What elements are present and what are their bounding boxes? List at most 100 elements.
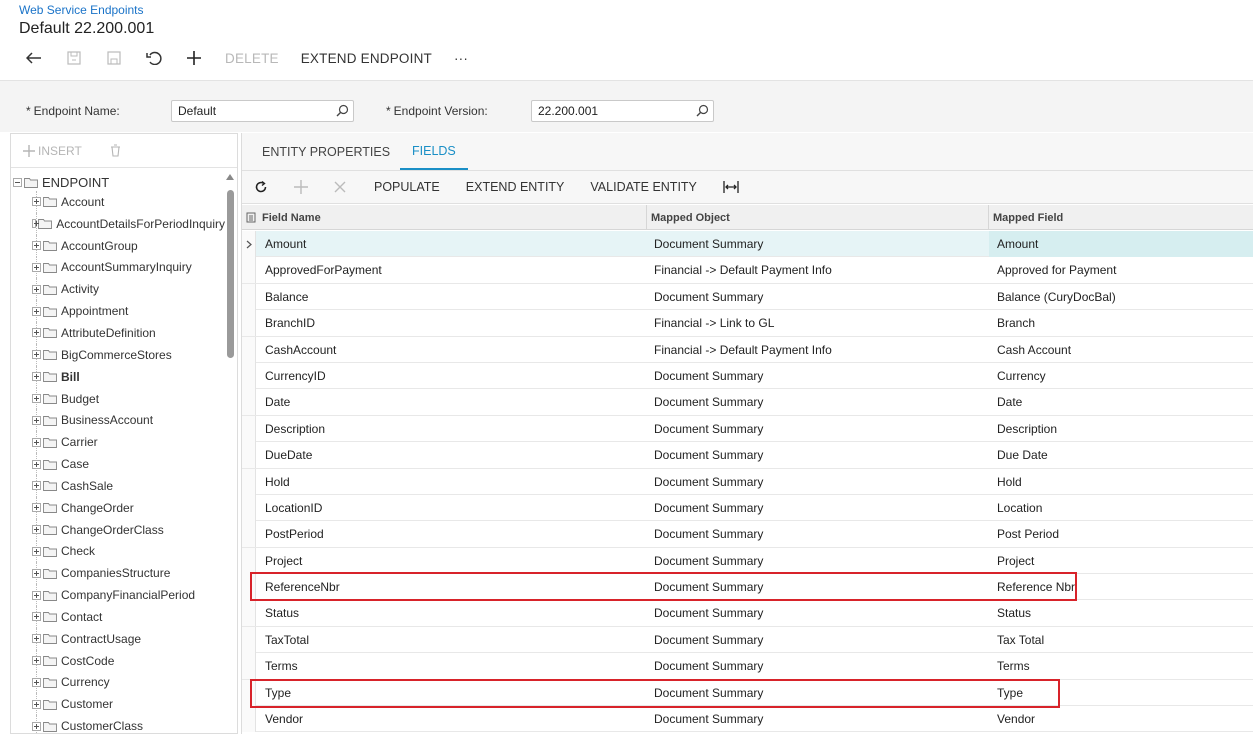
tree-item[interactable]: Currency — [11, 671, 225, 694]
row-indicator[interactable] — [242, 653, 256, 680]
expand-icon[interactable] — [32, 262, 41, 272]
cell-field-name[interactable]: LocationID — [265, 495, 322, 521]
row-indicator[interactable] — [242, 310, 256, 337]
tab-entity-properties[interactable]: ENTITY PROPERTIES — [262, 133, 390, 170]
table-row[interactable]: Amount Document Summary Amount — [242, 231, 1253, 258]
tree-item[interactable]: AccountSummaryInquiry — [11, 256, 225, 279]
save-close-icon[interactable] — [54, 46, 94, 70]
cell-mapped-object[interactable]: Document Summary — [654, 469, 763, 495]
tree-item[interactable]: CustomerClass — [11, 715, 225, 733]
expand-icon[interactable] — [32, 677, 41, 687]
table-row[interactable]: Status Document Summary Status — [242, 600, 1253, 627]
cell-mapped-field[interactable]: Balance (CuryDocBal) — [997, 284, 1116, 310]
cell-mapped-object[interactable]: Document Summary — [654, 653, 763, 679]
cell-field-name[interactable]: TaxTotal — [265, 627, 309, 653]
cell-field-name[interactable]: Status — [265, 600, 299, 626]
cell-mapped-object[interactable]: Financial -> Default Payment Info — [654, 337, 832, 363]
tree-item[interactable]: CostCode — [11, 649, 225, 672]
expand-icon[interactable] — [32, 437, 41, 447]
add-icon[interactable] — [174, 46, 214, 70]
expand-icon[interactable] — [32, 328, 41, 338]
cell-mapped-object[interactable]: Financial -> Default Payment Info — [654, 257, 832, 283]
expand-icon[interactable] — [32, 219, 40, 229]
tree-item[interactable]: Carrier — [11, 431, 225, 454]
cell-mapped-field[interactable]: Cash Account — [997, 337, 1071, 363]
expand-icon[interactable] — [32, 503, 41, 513]
cell-mapped-field[interactable]: Project — [997, 548, 1034, 574]
expand-icon[interactable] — [32, 590, 41, 600]
table-row[interactable]: Hold Document Summary Hold — [242, 468, 1253, 495]
more-menu-button[interactable]: ··· — [443, 46, 479, 70]
tree-item[interactable]: ContractUsage — [11, 627, 225, 650]
cell-mapped-object[interactable]: Document Summary — [654, 231, 763, 257]
cell-mapped-object[interactable]: Document Summary — [654, 416, 763, 442]
refresh-icon[interactable] — [254, 171, 294, 204]
tree-item[interactable]: Budget — [11, 387, 225, 410]
cell-field-name[interactable]: Project — [265, 548, 302, 574]
cell-mapped-field[interactable]: Terms — [997, 653, 1030, 679]
tree-item[interactable]: CompaniesStructure — [11, 562, 225, 585]
row-indicator[interactable] — [242, 468, 256, 495]
fit-columns-icon[interactable] — [723, 171, 739, 204]
table-row[interactable]: BranchID Financial -> Link to GL Branch — [242, 310, 1253, 337]
row-indicator[interactable] — [242, 415, 256, 442]
cell-field-name[interactable]: CurrencyID — [265, 363, 326, 389]
cell-field-name[interactable]: DueDate — [265, 442, 312, 468]
tree-item[interactable]: Activity — [11, 278, 225, 301]
expand-icon[interactable] — [32, 525, 41, 535]
collapse-icon[interactable] — [13, 177, 22, 187]
table-row[interactable]: CashAccount Financial -> Default Payment … — [242, 336, 1253, 363]
tree-item[interactable]: ChangeOrder — [11, 496, 225, 519]
trash-icon[interactable] — [110, 144, 121, 157]
expand-icon[interactable] — [32, 241, 41, 251]
cell-field-name[interactable]: Terms — [265, 653, 298, 679]
row-indicator[interactable] — [242, 626, 256, 653]
expand-icon[interactable] — [32, 415, 41, 425]
cell-mapped-field[interactable]: Approved for Payment — [997, 257, 1116, 283]
cell-mapped-object[interactable]: Document Summary — [654, 284, 763, 310]
cell-mapped-field[interactable]: Hold — [997, 469, 1022, 495]
table-row[interactable]: LocationID Document Summary Location — [242, 494, 1253, 522]
row-indicator[interactable] — [242, 336, 256, 363]
row-indicator[interactable] — [242, 706, 256, 733]
save-icon[interactable] — [94, 46, 134, 70]
tree-item[interactable]: AttributeDefinition — [11, 322, 225, 344]
file-icon[interactable] — [244, 205, 258, 230]
delete-row-icon[interactable] — [334, 171, 374, 204]
cell-field-name[interactable]: Date — [265, 389, 290, 415]
expand-icon[interactable] — [32, 721, 41, 731]
cell-mapped-object[interactable]: Document Summary — [654, 548, 763, 574]
tree-item[interactable]: CashSale — [11, 474, 225, 497]
column-header-mapped-object[interactable]: Mapped Object — [651, 205, 730, 230]
cell-mapped-field[interactable]: Amount — [997, 231, 1038, 257]
column-header-mapped-field[interactable]: Mapped Field — [993, 205, 1063, 230]
table-row[interactable]: Vendor Document Summary Vendor — [242, 706, 1253, 733]
tree-item[interactable]: ChangeOrderClass — [11, 518, 225, 541]
row-indicator[interactable] — [242, 231, 256, 257]
column-separator[interactable] — [646, 205, 647, 230]
tab-fields[interactable]: FIELDS — [400, 133, 468, 170]
undo-icon[interactable] — [134, 46, 174, 70]
expand-icon[interactable] — [32, 699, 41, 709]
row-indicator[interactable] — [242, 494, 256, 521]
validate-entity-button[interactable]: VALIDATE ENTITY — [590, 171, 723, 204]
cell-mapped-object[interactable]: Document Summary — [654, 363, 763, 389]
cell-field-name[interactable]: BranchID — [265, 310, 315, 336]
cell-mapped-object[interactable]: Document Summary — [654, 521, 763, 547]
row-indicator[interactable] — [242, 547, 256, 574]
column-separator[interactable] — [988, 205, 989, 230]
row-indicator[interactable] — [242, 283, 256, 310]
tree-root-endpoint[interactable]: ENDPOINT — [13, 172, 109, 192]
tree-item[interactable]: CompanyFinancialPeriod — [11, 584, 225, 607]
cell-mapped-field[interactable]: Status — [997, 600, 1031, 626]
tree-item[interactable]: BusinessAccount — [11, 409, 225, 432]
expand-icon[interactable] — [32, 459, 41, 469]
cell-mapped-object[interactable]: Document Summary — [654, 706, 763, 732]
expand-icon[interactable] — [32, 284, 41, 294]
table-row[interactable]: TaxTotal Document Summary Tax Total — [242, 626, 1253, 654]
search-icon[interactable] — [336, 104, 349, 120]
breadcrumb[interactable]: Web Service Endpoints — [19, 3, 144, 17]
cell-field-name[interactable]: PostPeriod — [265, 521, 324, 547]
scroll-up-arrow[interactable] — [226, 174, 234, 180]
row-indicator[interactable] — [242, 389, 256, 416]
